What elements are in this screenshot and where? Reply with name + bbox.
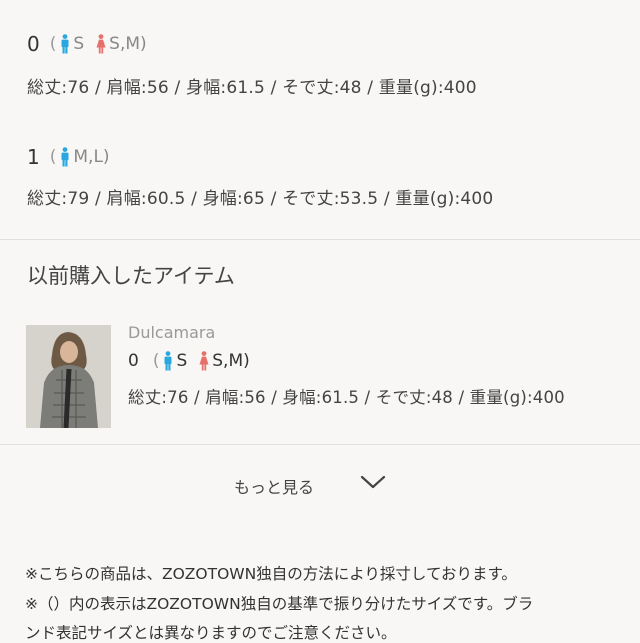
female-icon <box>199 351 209 371</box>
note-line: ※こちらの商品は、ZOZOTOWN独自の方法により採寸しております。 <box>25 565 517 583</box>
product-thumbnail[interactable] <box>26 325 111 428</box>
size-label: 0 <box>27 32 40 56</box>
men-size: M,L) <box>73 147 110 167</box>
purchased-item[interactable]: Dulcamara 0 ( S S,M) 総丈:76 / 肩幅:56 / 身幅:… <box>128 323 565 408</box>
brand-name: Dulcamara <box>128 323 216 342</box>
show-more-label: もっと見る <box>234 478 315 497</box>
male-icon <box>60 34 70 54</box>
female-icon <box>96 34 106 54</box>
paren-open: ( <box>49 34 57 54</box>
male-icon <box>163 351 173 371</box>
women-size: S,M) <box>212 351 250 371</box>
note-line: ※（）内の表示はZOZOTOWN独自の基準で振り分けたサイズです。ブラ <box>25 595 534 613</box>
measurements: 総丈:76 / 肩幅:56 / 身幅:61.5 / そで丈:48 / 重量(g)… <box>128 388 565 407</box>
divider <box>0 239 640 240</box>
purchased-section-title: 以前購入したアイテム <box>27 264 235 288</box>
men-size: S <box>73 34 85 54</box>
size-label: 0 <box>128 351 139 371</box>
chevron-down-icon <box>360 474 386 494</box>
divider <box>0 444 640 445</box>
measurements: 総丈:79 / 肩幅:60.5 / 身幅:65 / そで丈:53.5 / 重量(… <box>27 189 494 209</box>
paren-open: ( <box>49 147 57 167</box>
show-more-button[interactable]: もっと見る <box>0 470 640 500</box>
size-row-1: 1 ( M,L) 総丈:79 / 肩幅:60.5 / 身幅:65 / そで丈:5… <box>27 145 493 209</box>
size-row-0: 0 ( S S,M) 総丈:76 / 肩幅:56 / 身幅:61.5 / そで丈… <box>27 32 477 98</box>
paren-open: ( <box>152 351 160 371</box>
measurements: 総丈:76 / 肩幅:56 / 身幅:61.5 / そで丈:48 / 重量(g)… <box>27 78 477 98</box>
men-size: S <box>176 351 188 371</box>
male-icon <box>60 147 70 167</box>
size-label: 1 <box>27 145 40 169</box>
women-size: S,M) <box>109 34 147 54</box>
